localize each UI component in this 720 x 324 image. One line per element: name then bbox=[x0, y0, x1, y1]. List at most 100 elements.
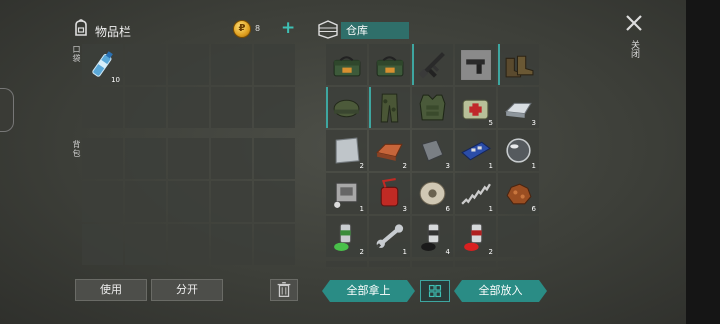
pocket-slot-empty[interactable] bbox=[125, 44, 166, 85]
take-all-button[interactable]: 全部拿上 bbox=[322, 280, 415, 302]
warehouse-slot-wire-spool[interactable]: 6 bbox=[412, 173, 453, 214]
warehouse-slot-ammo-box[interactable] bbox=[326, 44, 367, 85]
add-coins-button[interactable]: + bbox=[281, 18, 295, 38]
warehouse-slot-ammo-box[interactable] bbox=[369, 44, 410, 85]
backpack-slot-empty[interactable] bbox=[125, 181, 166, 222]
helmet-icon bbox=[333, 99, 360, 118]
pistol-icon bbox=[461, 50, 491, 80]
backpack-slot-empty[interactable] bbox=[125, 138, 166, 179]
backpack-slot-empty[interactable] bbox=[211, 181, 252, 222]
pocket-slot-empty[interactable] bbox=[211, 87, 252, 128]
warehouse-slot-wrench[interactable]: 1 bbox=[369, 216, 410, 257]
trash-button[interactable] bbox=[270, 279, 298, 301]
ammo-box-icon bbox=[376, 56, 404, 77]
camo-pants-icon bbox=[380, 93, 399, 123]
backpack-slot-empty[interactable] bbox=[82, 181, 123, 222]
item-quantity: 3 bbox=[402, 205, 407, 213]
item-quantity: 1 bbox=[359, 205, 364, 213]
backpack-slot-empty[interactable] bbox=[82, 138, 123, 179]
metal-plate-icon bbox=[335, 137, 360, 164]
warehouse-icon bbox=[318, 20, 338, 39]
copper-ingot-icon bbox=[376, 143, 403, 161]
backpack-label: 背包 bbox=[72, 140, 81, 158]
pocket-slot-empty[interactable] bbox=[125, 87, 166, 128]
backpack-slot-empty[interactable] bbox=[254, 138, 295, 179]
warehouse-slot-red-paint[interactable]: 2 bbox=[455, 216, 496, 257]
warehouse-scroll-hint bbox=[326, 261, 539, 267]
backpack-slot-empty[interactable] bbox=[168, 224, 209, 265]
coin-count: 8 bbox=[255, 24, 261, 33]
backpack-slot-empty[interactable] bbox=[168, 138, 209, 179]
item-quantity: 6 bbox=[531, 205, 536, 213]
warehouse-slot-fuel-can[interactable]: 3 bbox=[369, 173, 410, 214]
warehouse-slot-black-paint[interactable]: 4 bbox=[412, 216, 453, 257]
pocket-grid: 10 bbox=[82, 44, 295, 128]
warehouse-slot-medkit[interactable]: 5 bbox=[455, 87, 496, 128]
backpack-icon bbox=[75, 19, 87, 36]
assault-rifle-icon bbox=[418, 52, 445, 79]
warehouse-slot-green-paint[interactable]: 2 bbox=[326, 216, 367, 257]
pocket-slot-water-bottle[interactable]: 10 bbox=[82, 44, 123, 85]
warehouse-slot-helmet[interactable] bbox=[326, 87, 367, 128]
backpack-slot-empty[interactable] bbox=[168, 181, 209, 222]
backpack-slot-empty[interactable] bbox=[211, 224, 252, 265]
item-quantity: 2 bbox=[488, 248, 493, 256]
circuit-board-icon bbox=[461, 141, 491, 161]
put-all-button[interactable]: 全部放入 bbox=[454, 280, 547, 302]
warehouse-slot-metal-plate[interactable]: 2 bbox=[326, 130, 367, 171]
backpack-slot-empty[interactable] bbox=[254, 181, 295, 222]
spring-icon bbox=[461, 183, 491, 205]
warehouse-slot-assault-rifle[interactable] bbox=[412, 44, 453, 85]
warehouse-slot-camo-pants[interactable] bbox=[369, 87, 410, 128]
sort-grid-button[interactable] bbox=[420, 280, 450, 302]
item-quantity: 3 bbox=[445, 162, 450, 170]
backpack-slot-empty[interactable] bbox=[125, 224, 166, 265]
engine-part-icon bbox=[334, 182, 358, 208]
warehouse-slot-boots[interactable] bbox=[498, 44, 539, 85]
warehouse-slot-copper-ingot[interactable]: 2 bbox=[369, 130, 410, 171]
item-quantity: 1 bbox=[488, 162, 493, 170]
warehouse-slot-steel-ingot[interactable]: 3 bbox=[498, 87, 539, 128]
warehouse-slot-pistol[interactable] bbox=[455, 44, 496, 85]
backpack-slot-empty[interactable] bbox=[82, 224, 123, 265]
warehouse-slot-glass-lens[interactable]: 1 bbox=[498, 130, 539, 171]
use-button[interactable]: 使用 bbox=[75, 279, 147, 301]
pocket-slot-empty[interactable] bbox=[211, 44, 252, 85]
warehouse-slot-copper-ore[interactable]: 6 bbox=[498, 173, 539, 214]
pocket-label: 口袋 bbox=[72, 45, 81, 63]
item-quantity: 5 bbox=[488, 119, 493, 127]
trash-icon bbox=[277, 282, 291, 297]
side-handle[interactable] bbox=[0, 88, 14, 132]
pocket-slot-empty[interactable] bbox=[82, 87, 123, 128]
warehouse-grid: 5 3 2 2 3 1 1 1 3 6 1 6 2 1 4 2 bbox=[326, 44, 539, 257]
warehouse-slot-steel-block[interactable]: 3 bbox=[412, 130, 453, 171]
backpack-slot-empty[interactable] bbox=[211, 138, 252, 179]
close-icon[interactable] bbox=[623, 12, 645, 34]
green-paint-icon bbox=[334, 223, 352, 251]
item-quantity: 2 bbox=[359, 162, 364, 170]
item-quantity: 10 bbox=[111, 76, 120, 84]
backpack-slot-empty[interactable] bbox=[254, 224, 295, 265]
warehouse-slot-body-armor[interactable] bbox=[412, 87, 453, 128]
close-label[interactable]: 关闭 bbox=[628, 40, 641, 58]
warehouse-slot-empty[interactable] bbox=[498, 216, 539, 257]
steel-block-icon bbox=[421, 139, 444, 162]
backpack-grid bbox=[82, 138, 295, 265]
inventory-title: 物品栏 bbox=[95, 25, 132, 39]
pocket-slot-empty[interactable] bbox=[168, 87, 209, 128]
item-quantity: 1 bbox=[531, 162, 536, 170]
pocket-slot-empty[interactable] bbox=[254, 44, 295, 85]
pocket-slot-empty[interactable] bbox=[254, 87, 295, 128]
split-button[interactable]: 分开 bbox=[151, 279, 223, 301]
glass-lens-icon bbox=[506, 138, 531, 163]
ammo-box-icon bbox=[333, 56, 361, 77]
warehouse-slot-spring[interactable]: 1 bbox=[455, 173, 496, 214]
pocket-slot-empty[interactable] bbox=[168, 44, 209, 85]
body-armor-icon bbox=[419, 94, 446, 121]
item-quantity: 4 bbox=[445, 248, 450, 256]
item-quantity: 6 bbox=[445, 205, 450, 213]
item-quantity: 1 bbox=[402, 248, 407, 256]
wrench-icon bbox=[376, 224, 404, 248]
warehouse-slot-engine-part[interactable]: 1 bbox=[326, 173, 367, 214]
warehouse-slot-circuit-board[interactable]: 1 bbox=[455, 130, 496, 171]
